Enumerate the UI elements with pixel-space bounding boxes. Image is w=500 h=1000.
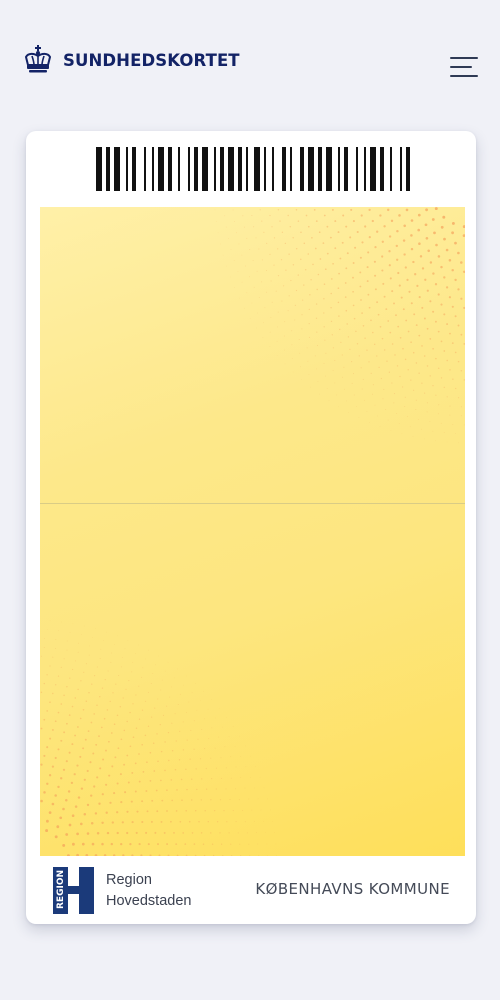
svg-text:REGION: REGION bbox=[56, 870, 66, 909]
menu-line bbox=[450, 57, 478, 59]
region-name: Region Hovedstaden bbox=[106, 870, 191, 912]
menu-line bbox=[450, 75, 478, 77]
brand-name: SUNDHEDSKORTET bbox=[63, 50, 240, 70]
region-name-line2: Hovedstaden bbox=[106, 893, 192, 909]
municipality-label: KØBENHAVNS KOMMUNE bbox=[255, 880, 450, 898]
dot-pattern-decoration bbox=[40, 207, 465, 856]
crown-icon bbox=[24, 45, 52, 73]
card-yellow-panel bbox=[40, 207, 465, 856]
brand[interactable]: SUNDHEDSKORTET bbox=[22, 44, 240, 76]
health-card[interactable]: REGION Region Hovedstaden KØBENHAVNS KOM… bbox=[26, 131, 476, 924]
menu-line bbox=[450, 66, 472, 68]
barcode-icon bbox=[96, 147, 410, 191]
region-name-line1: Region bbox=[106, 872, 152, 888]
header: SUNDHEDSKORTET bbox=[0, 0, 500, 130]
hamburger-menu-icon[interactable] bbox=[446, 54, 480, 80]
card-footer: REGION Region Hovedstaden KØBENHAVNS KOM… bbox=[26, 856, 476, 924]
app-screen: SUNDHEDSKORTET REGION Region Hovedstaden… bbox=[0, 0, 500, 1000]
card-fold-line bbox=[40, 503, 465, 504]
region-hovedstaden-logo: REGION bbox=[53, 867, 97, 914]
